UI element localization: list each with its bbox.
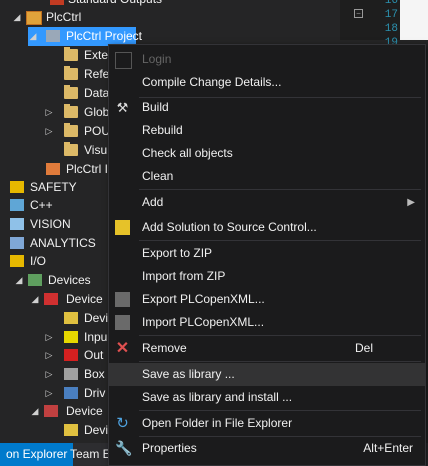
folder-icon (64, 142, 78, 156)
menu-item-import-zip[interactable]: Import from ZIP (109, 265, 425, 288)
folder-icon (64, 66, 78, 80)
drive-icon (64, 387, 78, 399)
login-icon (115, 52, 132, 69)
menu-item-add[interactable]: Add ▶ (109, 191, 425, 214)
submenu-arrow-icon: ▶ (407, 197, 415, 208)
menu-item-export-plcopenxml[interactable]: Export PLCopenXML... (109, 288, 425, 311)
tree-item-box[interactable]: ▷ Box (0, 365, 108, 384)
inputs-icon (64, 331, 78, 343)
wrench-icon: 🔧 (115, 440, 133, 456)
menu-separator (139, 410, 421, 411)
expand-arrow-icon[interactable]: ◢ (12, 8, 22, 27)
expand-arrow-icon[interactable]: ◢ (28, 27, 38, 46)
folder-icon (64, 47, 78, 61)
expand-arrow-icon[interactable]: ◢ (30, 402, 40, 421)
line-number: 18 (384, 23, 398, 35)
menu-item-save-as-library[interactable]: Save as library ... (109, 363, 425, 386)
device-icon (44, 405, 58, 417)
outputs-icon (50, 0, 64, 5)
collapse-region-icon[interactable]: − (354, 9, 363, 18)
vision-icon (10, 218, 24, 230)
menu-separator (139, 361, 421, 362)
build-icon: ⚒ (116, 100, 129, 115)
menu-item-import-plcopenxml[interactable]: Import PLCopenXML... (109, 311, 425, 334)
menu-separator (139, 240, 421, 241)
tree-item-device-1[interactable]: ◢ Device (0, 290, 108, 309)
ethercat-device-icon (44, 293, 58, 305)
collapse-arrow-icon[interactable]: ▷ (44, 328, 54, 347)
tree-item-drive[interactable]: ▷ Driv (0, 384, 108, 403)
folder-icon (64, 104, 78, 118)
source-control-icon (115, 220, 130, 235)
cpp-icon (10, 199, 24, 211)
tree-item-outputs[interactable]: ▷ Out (0, 346, 108, 365)
folder-icon (64, 85, 78, 99)
menu-item-add-to-source-control[interactable]: Add Solution to Source Control... (109, 216, 425, 239)
line-number: 17 (384, 9, 398, 21)
tree-item-device-image[interactable]: Devi (0, 309, 108, 328)
tree-item-device-2[interactable]: ◢ Device (0, 402, 108, 421)
code-area[interactable] (400, 0, 428, 40)
folder-icon (64, 123, 78, 137)
outputs-icon (64, 349, 78, 361)
box-icon (64, 368, 78, 380)
menu-item-compile-change-details[interactable]: Compile Change Details... (109, 71, 425, 94)
line-number: 16 (384, 0, 398, 7)
menu-separator (139, 189, 421, 190)
remove-icon: ✕ (115, 340, 130, 357)
import-xml-icon (115, 315, 130, 330)
menu-item-login[interactable]: Login (109, 48, 425, 71)
menu-separator (139, 335, 421, 336)
analytics-icon (10, 237, 24, 249)
menu-item-clean[interactable]: Clean (109, 165, 425, 188)
plc-icon (26, 11, 42, 25)
devices-icon (28, 274, 42, 286)
context-menu: Login Compile Change Details... ⚒ Build … (108, 44, 426, 466)
expand-arrow-icon[interactable]: ◢ (14, 271, 24, 290)
export-xml-icon (115, 292, 130, 307)
menu-item-open-folder[interactable]: ↻ Open Folder in File Explorer (109, 412, 425, 435)
collapse-arrow-icon[interactable]: ▷ (44, 384, 54, 403)
instance-icon (46, 163, 60, 175)
menu-item-build[interactable]: ⚒ Build (109, 96, 425, 119)
image-icon (64, 424, 78, 436)
menu-item-save-as-library-and-install[interactable]: Save as library and install ... (109, 386, 425, 409)
tree-item-plcctrl[interactable]: ◢ PlcCtrl (0, 8, 340, 27)
collapse-arrow-icon[interactable]: ▷ (44, 365, 54, 384)
collapse-arrow-icon[interactable]: ▷ (44, 346, 54, 365)
tree-item-device-image-2[interactable]: Devi (0, 421, 108, 440)
tab-solution-explorer[interactable]: on Explorer (0, 443, 74, 466)
image-icon (64, 312, 78, 324)
menu-item-remove[interactable]: ✕ Remove Del (109, 337, 425, 360)
menu-item-check-all-objects[interactable]: Check all objects (109, 142, 425, 165)
collapse-arrow-icon[interactable]: ▷ (44, 103, 54, 122)
menu-item-properties[interactable]: 🔧 Properties Alt+Enter (109, 437, 425, 460)
menu-item-export-zip[interactable]: Export to ZIP (109, 242, 425, 265)
collapse-arrow-icon[interactable]: ▷ (44, 122, 54, 141)
tree-item-inputs[interactable]: ▷ Inpu (0, 328, 108, 347)
expand-arrow-icon[interactable]: ◢ (30, 290, 40, 309)
editor-gutter: − (350, 0, 364, 40)
menu-item-rebuild[interactable]: Rebuild (109, 119, 425, 142)
io-icon (10, 255, 24, 267)
project-icon (46, 30, 60, 42)
safety-icon (10, 181, 24, 193)
refresh-folder-icon: ↻ (116, 415, 129, 432)
